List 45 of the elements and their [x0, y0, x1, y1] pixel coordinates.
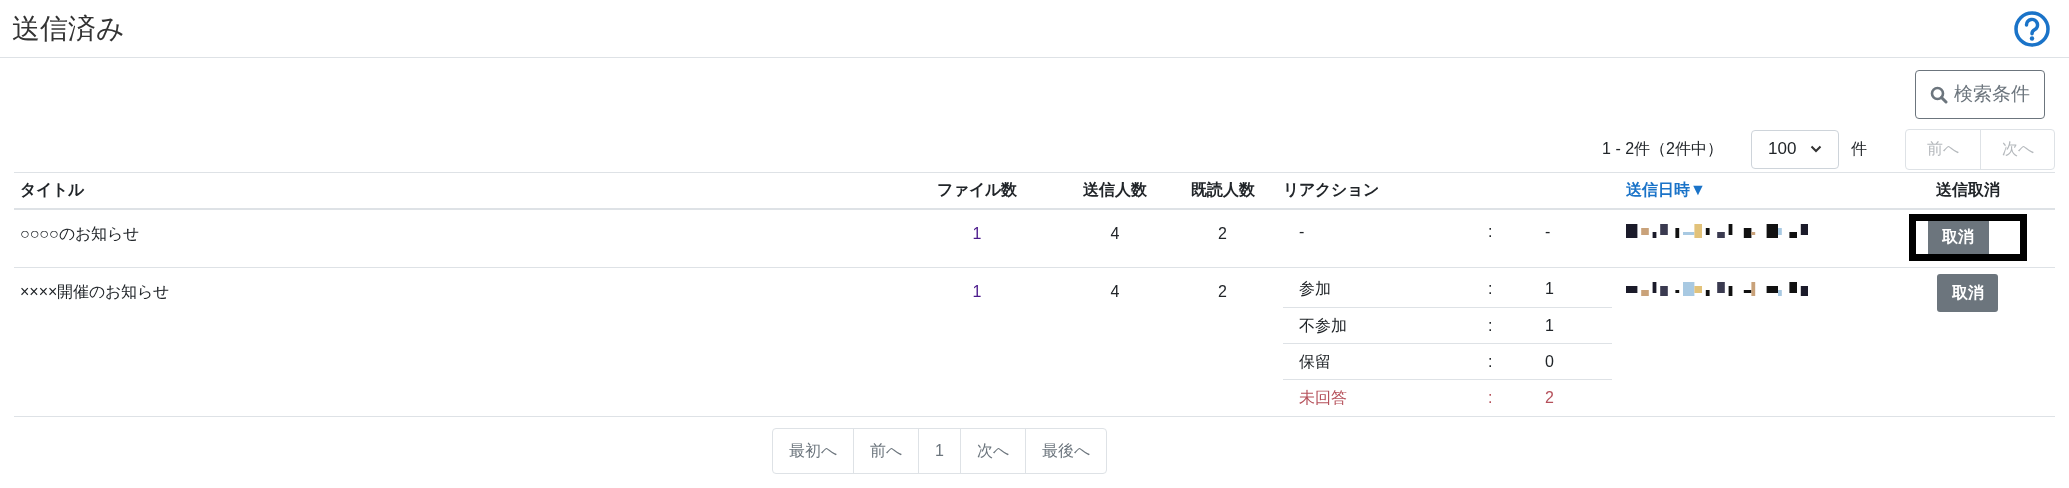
reaction-count: 1	[1545, 280, 1554, 298]
cancel-button[interactable]: 取消	[1937, 273, 1998, 312]
column-header: 既読人数	[1190, 181, 1255, 199]
caret-icon	[1810, 145, 1822, 153]
column-header: リアクション	[1283, 181, 1379, 199]
reaction-count: -	[1545, 222, 1551, 240]
column-header: ファイル数	[937, 181, 1017, 199]
read-count: 2	[1218, 224, 1227, 242]
reaction-label: 保留	[1299, 352, 1331, 370]
pagination-button[interactable]: 最後へ	[1024, 428, 1106, 473]
reaction-count: 0	[1545, 352, 1554, 370]
pagination-button[interactable]: 最初へ	[773, 428, 853, 473]
column-header: 送信取消	[1935, 181, 2000, 199]
colon-separator: :	[1488, 280, 1493, 298]
file-count-link[interactable]: 1	[972, 224, 982, 242]
cancel-button[interactable]: 取消	[1927, 220, 1989, 254]
reaction-count: 2	[1545, 388, 1554, 406]
file-count-link[interactable]: 1	[972, 282, 982, 300]
reaction-label: 不参加	[1299, 316, 1347, 334]
read-count: 2	[1218, 282, 1227, 300]
reaction-count: 1	[1545, 316, 1554, 334]
colon-separator: :	[1488, 388, 1493, 406]
column-header: 送信人数	[1083, 181, 1147, 199]
column-header: タイトル	[20, 181, 84, 199]
sender-count: 4	[1110, 282, 1120, 300]
reaction-label: -	[1299, 222, 1305, 240]
message-title: ○○○○のお知らせ	[20, 224, 139, 242]
per-page-select[interactable]: 100	[1751, 129, 1839, 169]
sender-count: 4	[1110, 224, 1120, 242]
sort-link[interactable]: 送信日時▼	[1626, 181, 1706, 199]
colon-separator: :	[1488, 222, 1493, 240]
result-count-text: 1 - 2件（2件中）	[1602, 139, 1723, 159]
reaction-label: 未回答	[1299, 388, 1347, 406]
search-conditions-button[interactable]: 検索条件	[1915, 70, 2045, 119]
colon-separator: :	[1488, 352, 1493, 370]
pagination-button[interactable]: 前へ	[853, 428, 918, 473]
reaction-label: 参加	[1299, 280, 1331, 298]
pagination-button[interactable]: 次へ	[959, 428, 1025, 473]
pagination-button[interactable]: 1	[918, 428, 960, 473]
colon-separator: :	[1488, 316, 1493, 334]
search-icon	[1930, 85, 1948, 104]
page-title: 送信済み	[12, 11, 125, 46]
message-title: ××××開催のお知らせ	[20, 282, 170, 300]
help-icon[interactable]	[2013, 9, 2051, 48]
per-page-unit: 件	[1851, 139, 1867, 159]
